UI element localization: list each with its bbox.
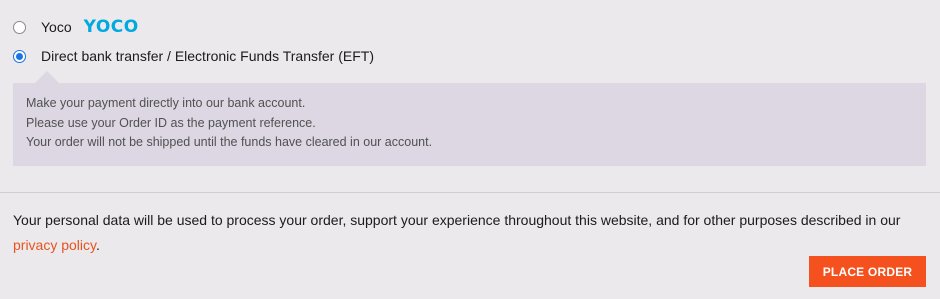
eft-description-line: Make your payment directly into our bank… <box>26 96 306 110</box>
eft-description-line: Your order will not be shipped until the… <box>26 135 433 149</box>
yoco-logo-icon: YOCO <box>83 17 139 37</box>
yoco-radio[interactable] <box>13 20 26 34</box>
eft-label: Direct bank transfer / Electronic Funds … <box>41 48 374 64</box>
privacy-notice: Your personal data will be used to proce… <box>13 208 928 258</box>
eft-description: Make your payment directly into our bank… <box>13 71 926 166</box>
eft-description-line: Please use your Order ID as the payment … <box>26 115 316 130</box>
privacy-notice-suffix: . <box>96 237 100 253</box>
eft-radio[interactable] <box>13 49 26 63</box>
privacy-policy-link[interactable]: privacy policy <box>13 237 96 253</box>
payment-method-yoco[interactable]: Yoco YOCO <box>13 16 139 38</box>
place-order-button[interactable]: PLACE ORDER <box>809 256 926 287</box>
payment-method-eft[interactable]: Direct bank transfer / Electronic Funds … <box>13 45 374 67</box>
place-order-section: Your personal data will be used to proce… <box>0 193 940 299</box>
payment-methods: Yoco YOCO Direct bank transfer / Electro… <box>0 0 940 193</box>
privacy-notice-text: Your personal data will be used to proce… <box>13 212 901 228</box>
yoco-label: Yoco <box>41 19 72 35</box>
